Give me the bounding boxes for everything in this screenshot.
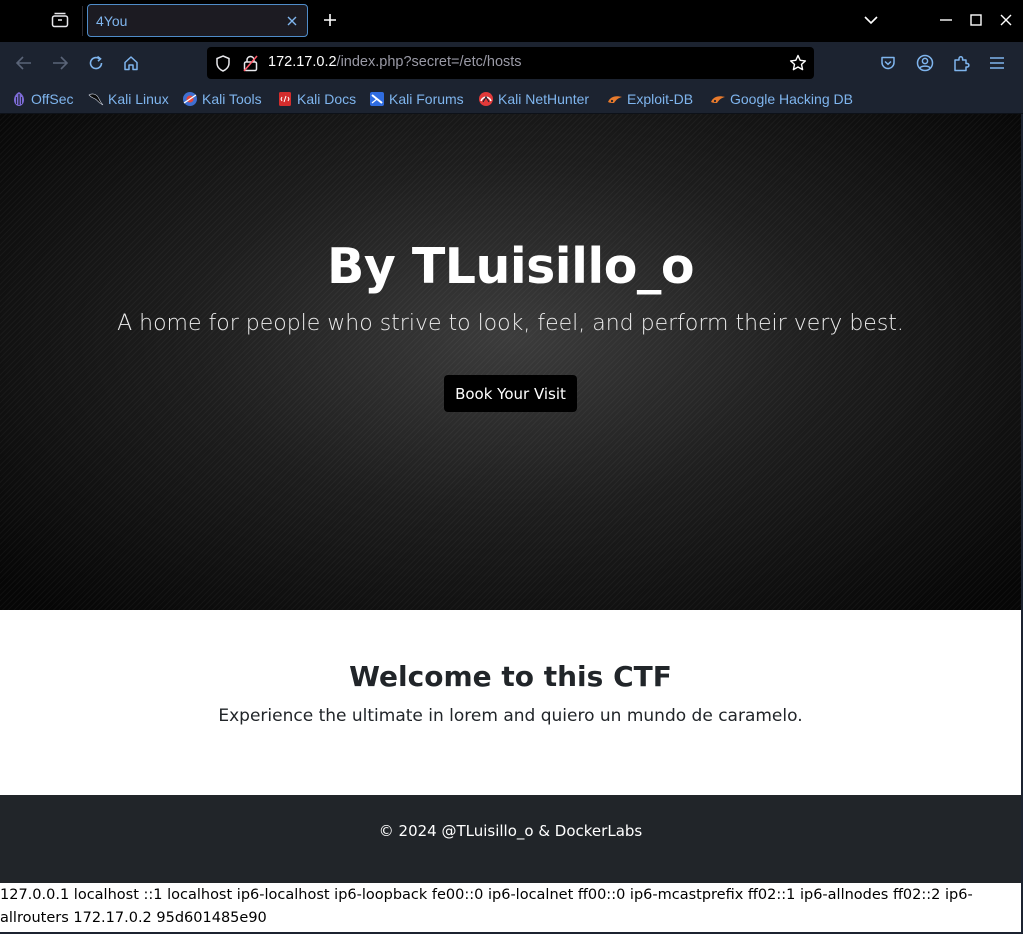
- welcome-heading: Welcome to this CTF: [349, 660, 672, 693]
- kali-forums-icon: [370, 92, 384, 106]
- bookmark-label: Kali Tools: [202, 91, 262, 107]
- bookmark-label: Kali Docs: [297, 91, 357, 107]
- insecure-lock-icon[interactable]: [243, 55, 258, 76]
- url-path: /index.php?secret=/etc/hosts: [336, 54, 522, 70]
- tab-separator: [82, 6, 83, 36]
- account-icon[interactable]: [912, 50, 938, 76]
- tab-active[interactable]: 4You: [87, 4, 308, 37]
- bookmark-label: Google Hacking DB: [730, 91, 853, 107]
- welcome-section: Welcome to this CTF Experience the ultim…: [0, 610, 1021, 795]
- bookmark-label: Kali NetHunter: [498, 91, 590, 107]
- included-file-output: 127.0.0.1 localhost ::1 localhost ip6-lo…: [0, 887, 973, 926]
- browser-titlebar: 4You: [0, 0, 1023, 42]
- bookmark-kali-tools[interactable]: Kali Tools: [182, 89, 262, 109]
- tracking-protection-shield-icon[interactable]: [215, 55, 231, 76]
- nethunter-icon: [479, 92, 493, 106]
- bookmark-label: Kali Linux: [108, 91, 169, 107]
- bookmark-label: Exploit-DB: [627, 91, 694, 107]
- bookmarks-toolbar: OffSec Kali Linux Kali Tools Kali Docs K…: [0, 84, 1023, 114]
- offsec-icon: [14, 92, 24, 106]
- bookmark-offsec[interactable]: OffSec: [11, 89, 74, 109]
- close-window-icon[interactable]: [992, 6, 1020, 34]
- minimize-icon[interactable]: [932, 6, 960, 34]
- url-text[interactable]: 172.17.0.2/index.php?secret=/etc/hosts: [268, 54, 522, 70]
- url-host: 172.17.0.2: [268, 54, 337, 70]
- hero-title: By TLuisillo_o: [326, 238, 695, 295]
- kali-docs-icon: [279, 92, 291, 106]
- kali-tools-icon: [183, 92, 197, 106]
- back-arrow-icon[interactable]: [11, 50, 37, 76]
- bookmark-label: Kali Forums: [389, 91, 464, 107]
- tab-overflow-chevron-icon[interactable]: [857, 6, 885, 34]
- bookmark-kali-forums[interactable]: Kali Forums: [369, 89, 464, 109]
- url-bar[interactable]: 172.17.0.2/index.php?secret=/etc/hosts: [207, 47, 814, 79]
- page-footer: © 2024 @TLuisillo_o & DockerLabs: [0, 795, 1021, 883]
- hero-subtitle: A home for people who strive to look, fe…: [117, 311, 904, 336]
- extensions-puzzle-icon[interactable]: [948, 50, 974, 76]
- bookmark-star-icon[interactable]: [789, 54, 807, 76]
- tab-title: 4You: [96, 13, 128, 29]
- bookmark-google-hacking-db[interactable]: Google Hacking DB: [710, 89, 853, 109]
- welcome-text: Experience the ultimate in lorem and qui…: [218, 706, 803, 726]
- tab-list-icon[interactable]: [44, 6, 76, 34]
- forward-arrow-icon[interactable]: [47, 50, 73, 76]
- new-tab-icon[interactable]: [318, 8, 342, 32]
- pocket-icon[interactable]: [875, 50, 901, 76]
- exploit-db-icon: [608, 96, 622, 103]
- footer-copyright: © 2024 @TLuisillo_o & DockerLabs: [378, 822, 643, 840]
- kali-dragon-icon: [88, 93, 104, 106]
- bookmark-exploit-db[interactable]: Exploit-DB: [607, 89, 693, 109]
- reload-icon[interactable]: [83, 50, 109, 76]
- menu-hamburger-icon[interactable]: [984, 50, 1010, 76]
- bookmark-kali-linux[interactable]: Kali Linux: [88, 89, 169, 109]
- tab-close-icon[interactable]: [283, 11, 301, 31]
- home-icon[interactable]: [118, 50, 144, 76]
- bookmark-kali-docs[interactable]: Kali Docs: [277, 89, 356, 109]
- maximize-icon[interactable]: [962, 6, 990, 34]
- book-visit-button[interactable]: Book Your Visit: [444, 375, 577, 412]
- ghdb-icon: [711, 96, 725, 103]
- hero-section: By TLuisillo_o A home for people who str…: [0, 114, 1021, 610]
- navigation-toolbar: 172.17.0.2/index.php?secret=/etc/hosts: [0, 42, 1023, 84]
- bookmark-kali-nethunter[interactable]: Kali NetHunter: [478, 89, 589, 109]
- bookmark-label: OffSec: [31, 91, 74, 107]
